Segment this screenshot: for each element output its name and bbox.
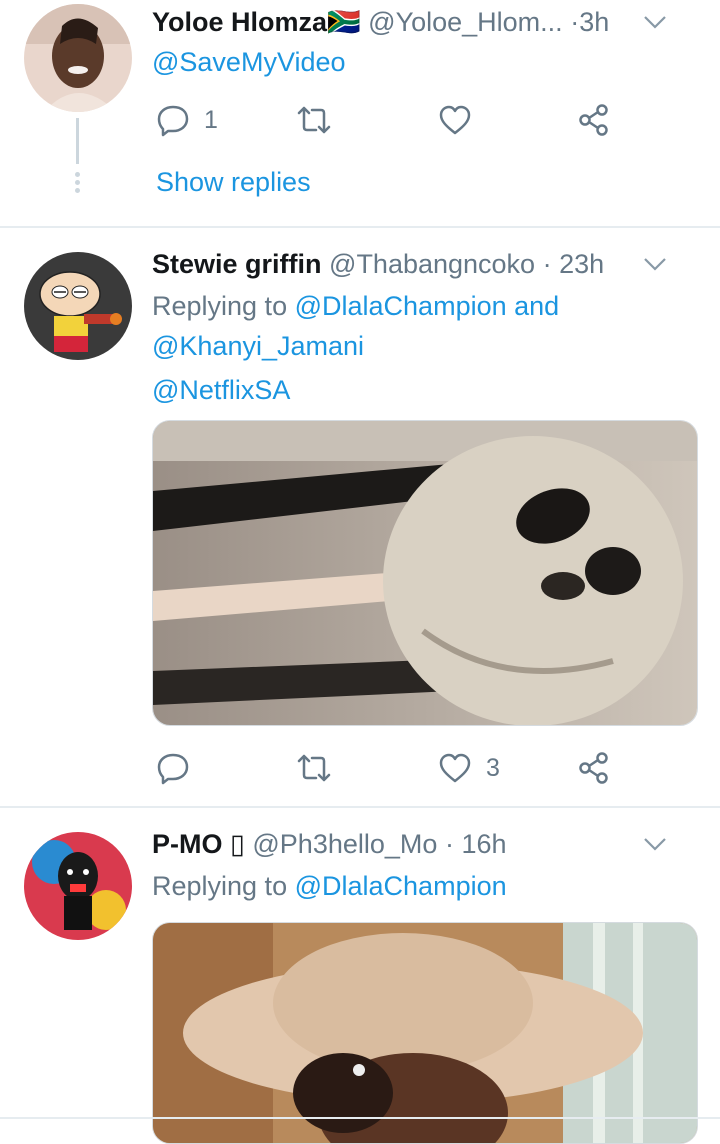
thread-line [76,118,79,164]
thread-dot [75,180,80,185]
display-name[interactable]: Stewie griffin [152,249,322,279]
retweet-button[interactable] [296,746,332,790]
user-handle[interactable]: @Ph3hello_Mo [252,829,437,859]
tweet-image[interactable] [152,922,698,1144]
retweet-button[interactable] [296,98,332,142]
tweet-header: Stewie griffin @Thabangncoko · 23h [152,244,696,284]
replying-to-label: Replying to [152,871,288,901]
reply-button[interactable] [156,746,204,790]
tweet-actions: 3 [152,746,622,790]
like-icon [439,105,471,135]
timestamp[interactable]: 16h [461,829,506,859]
thread-dot [75,188,80,193]
reply-button[interactable]: 1 [156,98,218,142]
share-icon [579,104,608,136]
bottom-divider [0,1117,720,1119]
user-handle[interactable]: @Thabangncoko [329,249,535,279]
user-handle[interactable]: @Yoloe_Hlom... [368,7,563,37]
share-icon [579,752,608,784]
tweet-header: P-MO ▯ @Ph3hello_Mo · 16h [152,824,696,864]
share-button[interactable] [578,746,612,790]
avatar[interactable] [24,832,132,940]
show-replies-link[interactable]: Show replies [156,162,311,202]
tweet-actions: 1 [152,98,622,142]
display-name[interactable]: Yoloe Hlomza [152,7,327,37]
tweet-text[interactable]: @SaveMyVideo [152,42,346,82]
chevron-down-icon[interactable] [642,254,668,274]
separator-dot: · [570,7,580,37]
display-name[interactable]: P-MO [152,829,223,859]
chevron-down-icon[interactable] [642,834,668,854]
retweet-icon [297,754,331,782]
tweet-header: Yoloe Hlomza🇿🇦 @Yoloe_Hlom... ·3h [152,2,696,42]
reply-count: 1 [204,105,218,134]
tweet-image[interactable] [152,420,698,726]
replying-to-line: Replying to @DlalaChampion [152,866,507,906]
tweet-yoloe[interactable]: Yoloe Hlomza🇿🇦 @Yoloe_Hlom... ·3h @SaveM… [0,0,720,226]
reply-icon [157,753,189,785]
tweet-stewie[interactable]: Stewie griffin @Thabangncoko · 23h Reply… [0,228,720,806]
like-button[interactable]: 3 [438,746,500,790]
thread-dot [75,172,80,177]
like-button[interactable] [438,98,486,142]
avatar[interactable] [24,252,132,360]
chevron-down-icon[interactable] [642,12,668,32]
mention-link[interactable]: @DlalaChampion [295,871,507,901]
timestamp[interactable]: 23h [559,249,604,279]
avatar[interactable] [24,4,132,112]
flag-emoji: 🇿🇦 [327,7,361,37]
replying-to-label: Replying to [152,291,288,321]
replying-and[interactable]: and [514,291,559,321]
replying-to-line: Replying to @DlalaChampion and [152,286,559,326]
separator-dot: · [542,249,552,279]
tweet-pmo[interactable]: P-MO ▯ @Ph3hello_Mo · 16h Replying to @D… [0,808,720,1144]
like-count: 3 [486,753,500,782]
separator-dot: · [444,829,454,859]
mention-link[interactable]: @Khanyi_Jamani [152,326,364,366]
name-emoji: ▯ [230,829,245,859]
retweet-icon [297,106,331,134]
like-icon [439,753,471,783]
mention-link[interactable]: @DlalaChampion [295,291,507,321]
tweet-text[interactable]: @NetflixSA [152,370,290,410]
timestamp[interactable]: 3h [579,7,609,37]
reply-icon [157,105,189,137]
share-button[interactable] [578,98,612,142]
